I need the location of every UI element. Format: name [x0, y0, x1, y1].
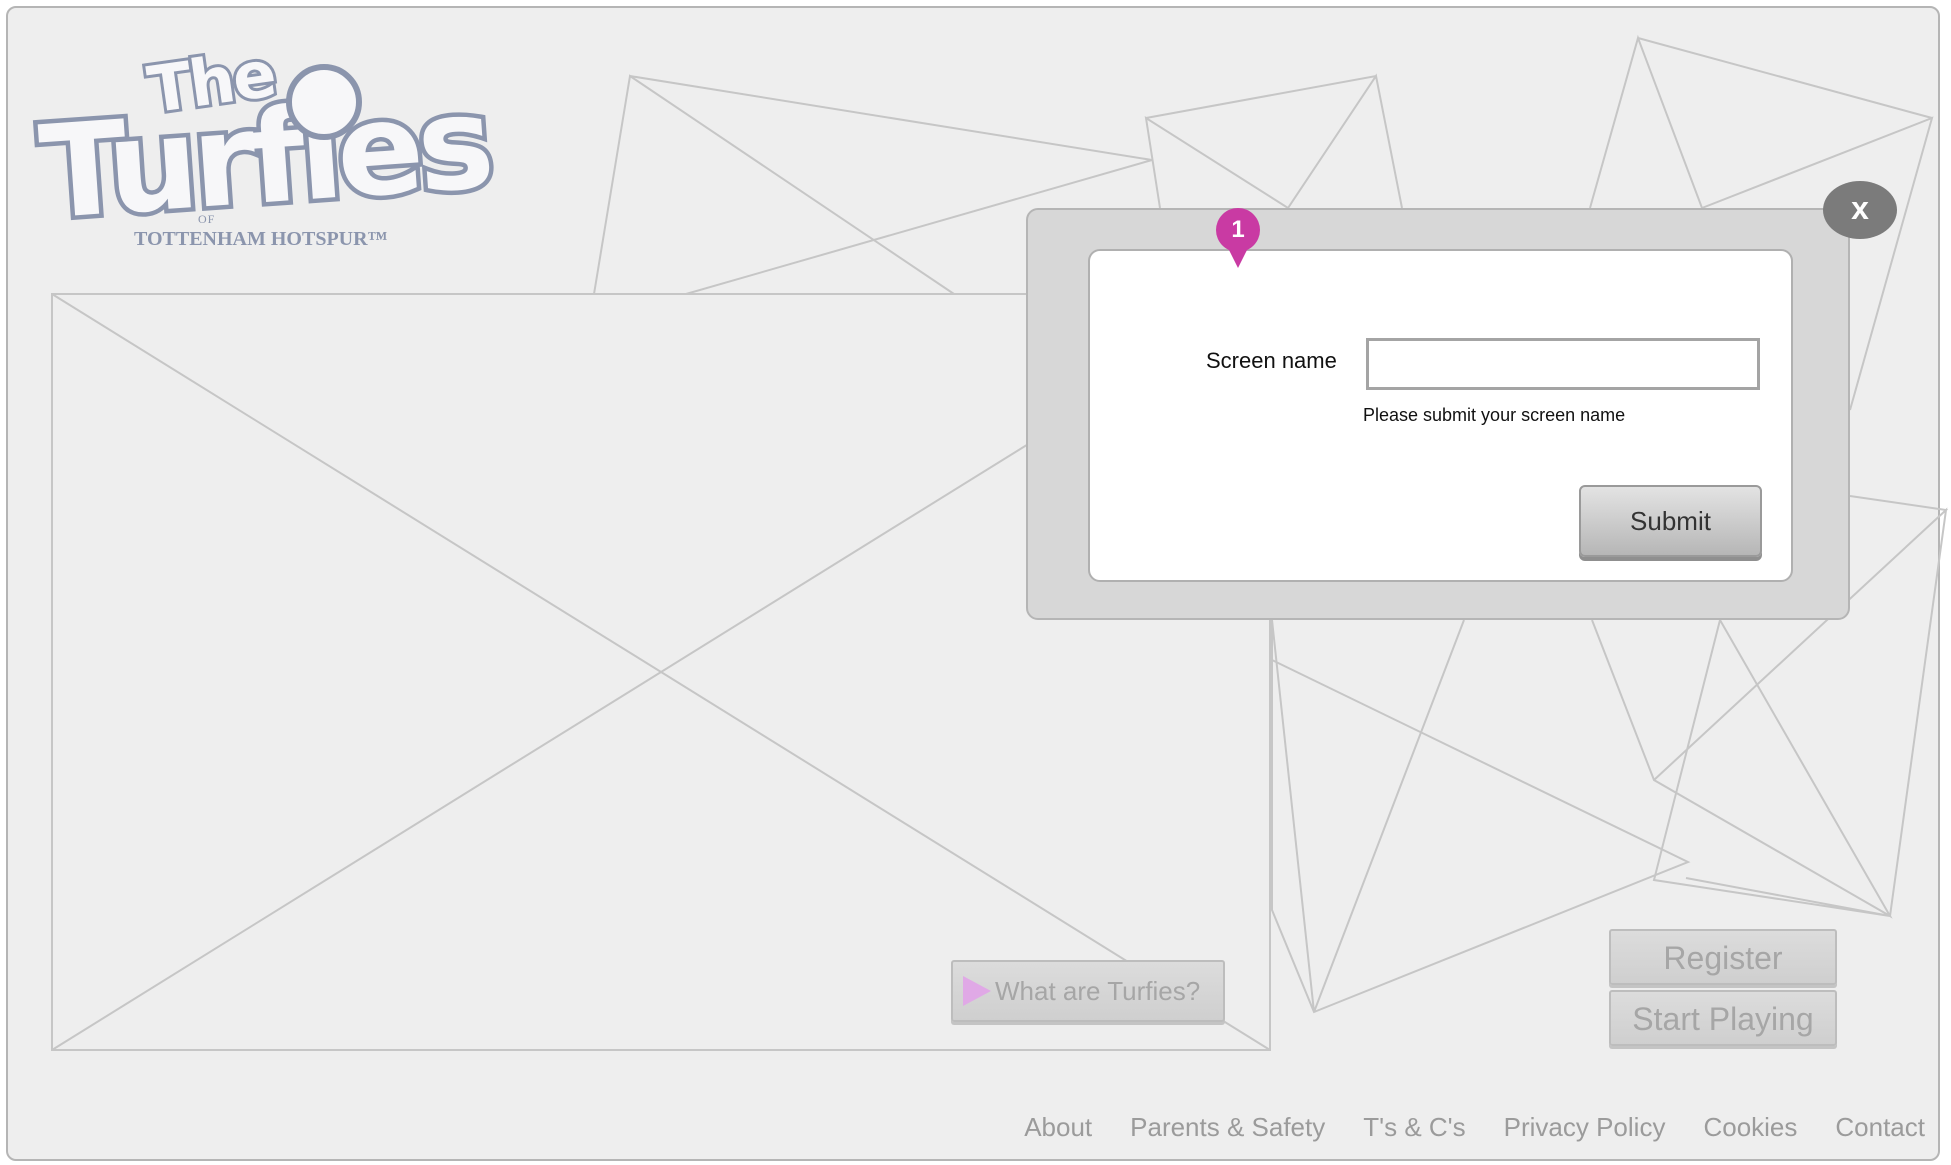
footer-link-parents-safety[interactable]: Parents & Safety — [1130, 1112, 1325, 1143]
footer-link-contact[interactable]: Contact — [1835, 1112, 1925, 1143]
logo-mascot-icon — [286, 64, 362, 140]
footer-link-about[interactable]: About — [1024, 1112, 1092, 1143]
screen-name-input[interactable] — [1366, 338, 1760, 390]
start-playing-button[interactable]: Start Playing — [1609, 990, 1837, 1046]
image-placeholder-lower-right-3 — [1591, 617, 1893, 919]
turfies-logo: The Turfies OF TOTTENHAM HOTSPUR™ — [31, 35, 497, 256]
footer-link-privacy-policy[interactable]: Privacy Policy — [1504, 1112, 1666, 1143]
logo-word-turfies: Turfies — [31, 64, 497, 253]
image-placeholder-upper-right — [1144, 73, 1403, 210]
logo-of: OF — [198, 212, 216, 226]
screen-name-label: Screen name — [1206, 348, 1337, 373]
footer-link-terms[interactable]: T's & C's — [1363, 1112, 1465, 1143]
play-icon — [963, 976, 991, 1006]
register-button[interactable]: Register — [1609, 929, 1837, 985]
screen-name-help-text: Please submit your screen name — [1363, 405, 1626, 425]
annotation-marker-tail — [1225, 242, 1251, 268]
footer-link-cookies[interactable]: Cookies — [1703, 1112, 1797, 1143]
logo-club-name: TOTTENHAM HOTSPUR™ — [134, 228, 388, 250]
annotation-marker-icon: 1 — [1216, 208, 1260, 270]
submit-button[interactable]: Submit — [1579, 485, 1762, 557]
close-modal-button[interactable]: x — [1823, 181, 1897, 239]
what-are-turfies-button[interactable]: What are Turfies? — [951, 960, 1225, 1022]
footer-nav: About Parents & Safety T's & C's Privacy… — [1024, 1112, 1925, 1143]
what-are-turfies-label: What are Turfies? — [995, 976, 1201, 1006]
